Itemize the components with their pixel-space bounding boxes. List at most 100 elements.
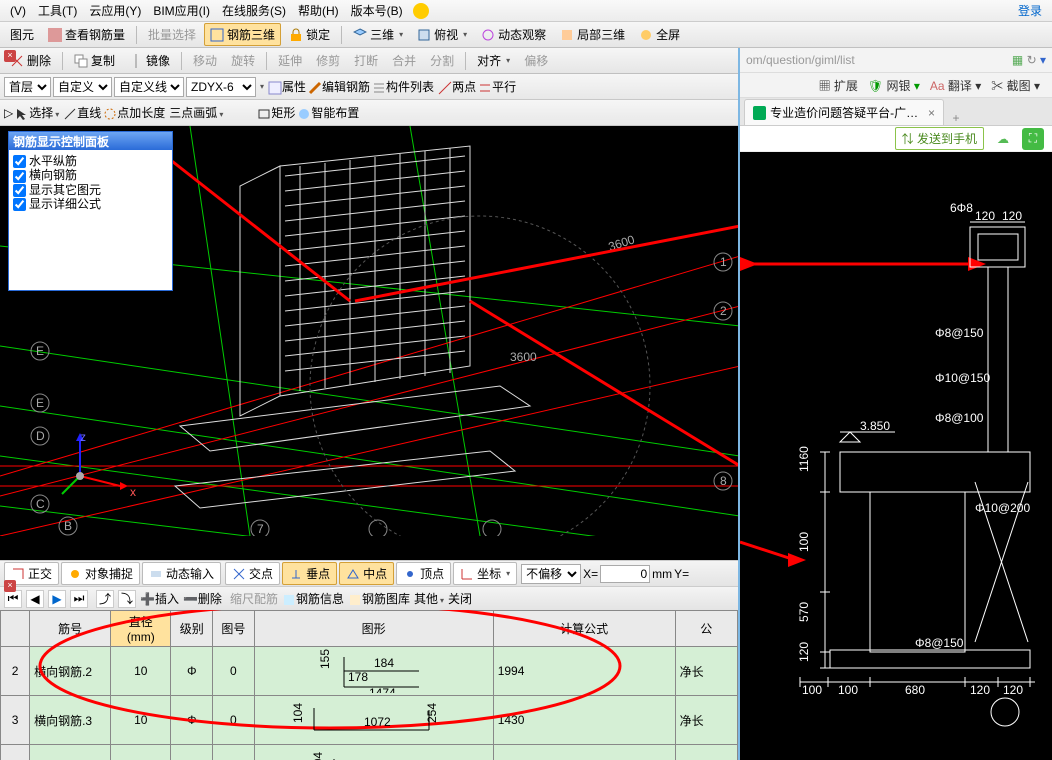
btn-copy[interactable]: 复制: [68, 49, 121, 72]
btn-align[interactable]: 对齐▾: [471, 49, 516, 72]
btn-break[interactable]: 打断: [348, 49, 384, 72]
chk-vert[interactable]: 横向钢筋: [13, 168, 168, 182]
ext-btn[interactable]: ▦ 扩展: [819, 77, 858, 94]
nav-next[interactable]: ▶: [48, 590, 66, 608]
nav-prev[interactable]: ◀: [26, 590, 44, 608]
axis-select[interactable]: ZDYX-6: [186, 77, 256, 97]
login-link[interactable]: 登录: [1012, 2, 1048, 19]
menu-tools[interactable]: 工具(T): [32, 2, 83, 19]
tg-vertex[interactable]: 顶点: [396, 562, 451, 585]
table-row[interactable]: 2横向钢筋.210Φ015518417814741994净长: [1, 647, 738, 696]
btn-edit-rebar[interactable]: 编辑钢筋: [308, 78, 370, 95]
btn-rotate[interactable]: 旋转: [225, 49, 261, 72]
btn-merge[interactable]: 合并: [386, 49, 422, 72]
menu-cloud[interactable]: 云应用(Y): [83, 2, 147, 19]
trans-btn[interactable]: Aа 翻译 ▾: [930, 77, 981, 94]
btn-offset[interactable]: 偏移: [518, 49, 554, 72]
tg-coord[interactable]: 坐标▾: [453, 562, 517, 585]
address-bar[interactable]: om/question/giml/list ▦ ↻ ▾: [740, 48, 1052, 73]
btn-parallel[interactable]: 平行: [478, 78, 516, 95]
col-lvl[interactable]: 级别: [171, 611, 213, 647]
btn-3d[interactable]: 三维▾: [347, 23, 409, 46]
nav-up[interactable]: ⤴: [96, 590, 114, 608]
menu-version[interactable]: 版本号(B): [345, 2, 409, 19]
chevron-down-icon[interactable]: ▾: [1040, 53, 1046, 67]
tg-dyn[interactable]: 动态输入: [142, 562, 221, 585]
viewport-3d[interactable]: E E C B D 7 1 2 8 3600 3600 z x 钢筋显示控制面板…: [0, 126, 738, 560]
shot-btn[interactable]: ✂ 截图 ▾: [991, 77, 1040, 94]
tab-close[interactable]: ×: [928, 106, 935, 120]
btn-scale[interactable]: 缩尺配筋: [230, 590, 278, 607]
btn-element[interactable]: 图元: [4, 23, 40, 46]
btn-rebar-3d[interactable]: 钢筋三维: [204, 23, 281, 46]
btn-rebar-qty[interactable]: 查看钢筋量: [42, 23, 131, 46]
menu-v[interactable]: (V): [4, 4, 32, 18]
qr-icon[interactable]: ▦: [1012, 53, 1023, 67]
table-row[interactable]: 3横向钢筋.310Φ010410722541430净长: [1, 696, 738, 745]
btn-top-view[interactable]: 俯视▾: [411, 23, 473, 46]
bank-btn[interactable]: 🛡 网银 ▾: [868, 77, 920, 94]
rebar-display-panel[interactable]: 钢筋显示控制面板 水平纵筋 横向钢筋 显示其它图元 显示详细公式: [8, 131, 173, 291]
cloud-icon[interactable]: ☁: [992, 128, 1014, 150]
nav-down[interactable]: ⤵: [118, 590, 136, 608]
btn-move[interactable]: 移动: [187, 49, 223, 72]
new-tab[interactable]: +: [944, 111, 968, 125]
btn-fullscreen[interactable]: 全屏: [633, 23, 686, 46]
close-rebar[interactable]: ×: [4, 580, 16, 592]
nav-last[interactable]: ⏭: [70, 590, 88, 608]
rebar-grid[interactable]: 筋号 直径(mm) 级别 图号 图形 计算公式 公 2横向钢筋.210Φ0155…: [0, 610, 738, 760]
btn-mirror[interactable]: 镜像: [123, 49, 176, 72]
chk-horiz[interactable]: 水平纵筋: [13, 154, 168, 168]
col-name[interactable]: 筋号: [30, 611, 111, 647]
col-pub[interactable]: 公: [675, 611, 737, 647]
btn-two-point[interactable]: 两点: [438, 78, 476, 95]
tg-perp[interactable]: 垂点: [282, 562, 337, 585]
btn-trim[interactable]: 修剪: [310, 49, 346, 72]
btn-add-length[interactable]: 点加长度: [103, 104, 165, 121]
close-toolbar[interactable]: ×: [4, 50, 16, 62]
btn-arc[interactable]: 三点画弧▾: [169, 104, 223, 121]
section-drawing[interactable]: 6Φ8 120120 Φ8@150 Φ10@150 Φ8@100 3.850 Φ…: [740, 152, 1052, 760]
x-input[interactable]: [600, 565, 650, 583]
btn-del-row[interactable]: ➖删除: [183, 590, 222, 607]
floor-select[interactable]: 首层: [4, 77, 51, 97]
btn-rect[interactable]: 矩形: [257, 104, 295, 121]
send-phone[interactable]: ⇅ 发送到手机: [895, 127, 984, 150]
chk-formula[interactable]: 显示详细公式: [13, 197, 168, 211]
btn-extend[interactable]: 延伸: [272, 49, 308, 72]
btn-local-3d[interactable]: 局部三维: [554, 23, 631, 46]
refresh-icon[interactable]: ↻: [1027, 53, 1037, 67]
col-dia[interactable]: 直径(mm): [111, 611, 171, 647]
btn-info[interactable]: 钢筋信息: [282, 590, 344, 607]
col-shape[interactable]: 图形: [254, 611, 493, 647]
nav-first[interactable]: ⏮: [4, 590, 22, 608]
btn-attr[interactable]: 属性: [268, 78, 306, 95]
btn-lock[interactable]: 锁定: [283, 23, 336, 46]
tg-snap[interactable]: 对象捕捉: [61, 562, 140, 585]
axis-label-select[interactable]: 自定义线: [114, 77, 184, 97]
custom-select[interactable]: 自定义: [53, 77, 112, 97]
expand-icon[interactable]: ⛶: [1022, 128, 1044, 150]
btn-close[interactable]: 关闭: [448, 590, 472, 607]
tg-cross[interactable]: 交点: [225, 562, 280, 585]
btn-lib[interactable]: 钢筋图库: [348, 590, 410, 607]
tg-mid[interactable]: 中点: [339, 562, 394, 585]
btn-insert[interactable]: ➕插入: [140, 590, 179, 607]
btn-smart[interactable]: 智能布置: [297, 104, 359, 121]
btn-batch-select[interactable]: 批量选择: [142, 23, 202, 46]
btn-component-list[interactable]: 构件列表: [372, 78, 434, 95]
btn-other[interactable]: 其他▾: [414, 590, 444, 607]
col-formula[interactable]: 计算公式: [493, 611, 675, 647]
chk-other[interactable]: 显示其它图元: [13, 183, 168, 197]
btn-line[interactable]: 直线: [63, 104, 101, 121]
col-no[interactable]: 图号: [213, 611, 255, 647]
browser-tab[interactable]: 专业造价问题答疑平台-广联达 ×: [744, 99, 944, 125]
menu-bim[interactable]: BIM应用(I): [147, 2, 216, 19]
offset-select[interactable]: 不偏移: [521, 564, 581, 584]
btn-split[interactable]: 分割: [424, 49, 460, 72]
menu-online[interactable]: 在线服务(S): [216, 2, 292, 19]
menu-help[interactable]: 帮助(H): [292, 2, 345, 19]
btn-select[interactable]: 选择▾: [15, 104, 59, 121]
btn-dynamic-view[interactable]: 动态观察: [475, 23, 552, 46]
table-row[interactable]: 4横向钢筋.410Φ01044841279净长: [1, 745, 738, 760]
